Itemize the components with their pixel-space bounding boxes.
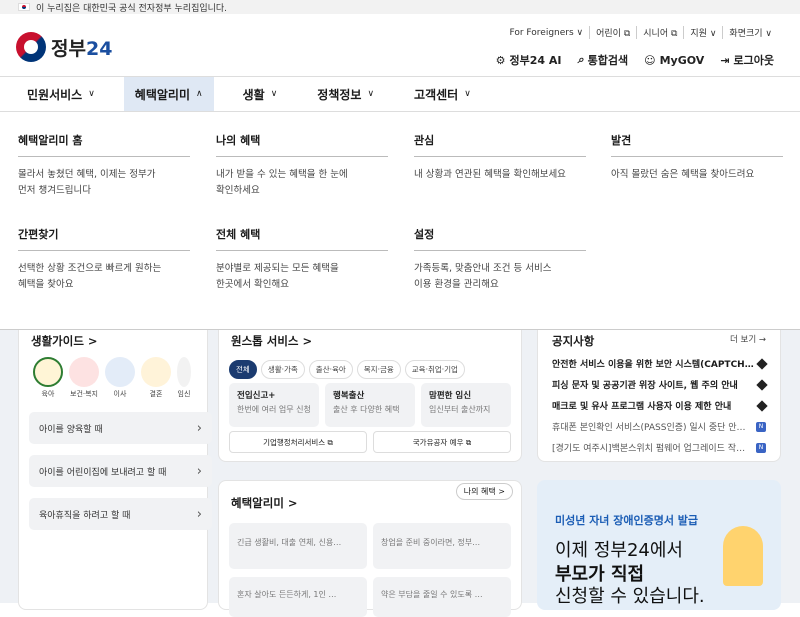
menu-discover[interactable]: 발견 아직 몰랐던 숨은 혜택을 찾아드려요 <box>611 132 783 183</box>
banner-illustration-icon <box>723 526 763 586</box>
benefit-item[interactable]: 혼자 살아도 든든하게, 1인 … <box>229 577 367 617</box>
notice-card: 공지사항 더 보기 → 안전한 서비스 이용을 위한 보안 시스템(CAPTCH… <box>537 320 781 462</box>
nav-customer-center[interactable]: 고객센터 ∨ <box>403 77 482 111</box>
logo-text: 정부 <box>51 37 86 60</box>
chip-birth[interactable]: 출산·육아 <box>308 360 353 379</box>
chip-welfare[interactable]: 복지·금융 <box>356 360 401 379</box>
banner-line-2: 이제 정부24에서 <box>555 540 683 561</box>
menu-all-benefits[interactable]: 전체 혜택 분야별로 제공되는 모든 혜택을 한곳에서 확인해요 <box>216 226 388 293</box>
menu-interest[interactable]: 관심 내 상황과 연관된 혜택을 확인해보세요 <box>414 132 586 183</box>
life-guide-title[interactable]: 생활가이드 > <box>31 333 195 349</box>
header-actions: ⚙ 정부24 AI ⌕ 통합검색 ☺ MyGOV ⇥ 로그아웃 <box>496 52 774 68</box>
life-guide-row[interactable]: 아이를 어린이집에 보내려고 할 때 <box>29 455 212 487</box>
user-icon: ☺ <box>644 53 656 67</box>
menu-settings[interactable]: 설정 가족등록, 맞춤안내 조건 등 서비스 이용 환경을 관리해요 <box>414 226 586 293</box>
notice-more-link[interactable]: 더 보기 → <box>730 333 766 349</box>
svc-pregnancy[interactable]: 맘편한 임신 임신부터 출산까지 <box>421 383 511 427</box>
life-icon-pregnancy[interactable]: 임신 <box>177 357 191 399</box>
chevron-down-icon: ∨ <box>270 89 278 99</box>
new-badge-icon: N <box>756 421 766 432</box>
util-senior[interactable]: 시니어 ⧉ <box>636 26 683 39</box>
official-site-notice: 이 누리집은 대한민국 공식 전자정부 누리집입니다. <box>0 0 800 14</box>
nav-life[interactable]: 생활 ∨ <box>232 77 289 111</box>
page-background: 생활가이드 > 육아 보건·복지 이사 결혼 임신 아이를 양육할 때 아이를 … <box>0 320 800 617</box>
nav-civil-service[interactable]: 민원서비스 ∨ <box>16 77 106 111</box>
logout-icon: ⇥ <box>720 53 730 67</box>
logo-number: 24 <box>85 37 113 60</box>
life-guide-card: 생활가이드 > 육아 보건·복지 이사 결혼 임신 아이를 양육할 때 아이를 … <box>18 320 212 610</box>
banner-line-1: 미성년 자녀 장애인증명서 발급 <box>555 514 699 527</box>
notice-item[interactable]: 휴대폰 본인확인 서비스(PASS인증) 일시 중단 안… N <box>538 416 780 437</box>
search-button[interactable]: ⌕ 통합검색 <box>577 52 628 68</box>
nav-policy-info[interactable]: 정책정보 ∨ <box>306 77 385 111</box>
menu-my-benefit[interactable]: 나의 혜택 내가 받을 수 있는 혜택을 한 눈에 확인하세요 <box>216 132 388 199</box>
life-icon-childcare[interactable]: 육아 <box>33 357 63 399</box>
benefit-item[interactable]: 긴급 생활비, 대출 연체, 신용… <box>229 523 367 569</box>
mygov-button[interactable]: ☺ MyGOV <box>644 52 704 68</box>
svc-happy-birth[interactable]: 행복출산 출산 후 다양한 혜택 <box>325 383 415 427</box>
chevron-down-icon: ∨ <box>367 89 375 99</box>
menu-quick-find[interactable]: 간편찾기 선택한 상황 조건으로 빠르게 원하는 혜택을 찾아요 <box>18 226 190 293</box>
benefit-item[interactable]: 약은 부담을 줄일 수 있도록 … <box>373 577 511 617</box>
life-icon-marriage[interactable]: 결혼 <box>141 357 171 399</box>
life-guide-icons: 육아 보건·복지 이사 결혼 임신 <box>33 357 193 399</box>
header: 정부24 For Foreigners ∨ 어린이 ⧉ 시니어 ⧉ 지원 ∨ 화… <box>0 14 800 76</box>
ai-icon: ⚙ <box>495 53 506 67</box>
korea-flag-icon <box>18 3 30 11</box>
chevron-down-icon: ∨ <box>88 89 95 99</box>
link-business[interactable]: 기업행정처리서비스 ⧉ <box>229 431 367 453</box>
promo-banner[interactable]: 미성년 자녀 장애인증명서 발급 이제 정부24에서 부모가 직접 신청할 수 … <box>537 480 781 610</box>
menu-benefit-home[interactable]: 혜택알리미 홈 몰라서 놓쳤던 혜택, 이제는 정부가 먼저 챙겨드립니다 <box>18 132 190 199</box>
chevron-up-icon: ∧ <box>196 89 203 99</box>
chip-all[interactable]: 전체 <box>229 360 257 379</box>
banner-line-4: 신청할 수 있습니다. <box>555 586 705 607</box>
notice-item[interactable]: 피싱 문자 및 공공기관 위장 사이트, 웹 주의 안내 <box>538 374 780 395</box>
notice-item[interactable]: 매크로 및 유사 프로그램 사용자 이용 제한 안내 <box>538 395 780 416</box>
onestop-title[interactable]: 원스톱 서비스 > <box>231 333 509 349</box>
search-icon: ⌕ <box>577 53 584 66</box>
taegeuk-logo-icon <box>16 32 46 62</box>
util-font-size[interactable]: 화면크기 ∨ <box>722 26 778 39</box>
utility-links: For Foreigners ∨ 어린이 ⧉ 시니어 ⧉ 지원 ∨ 화면크기 ∨ <box>504 26 779 39</box>
benefit-item[interactable]: 창업을 준비 중이라면, 정부… <box>373 523 511 569</box>
life-guide-row[interactable]: 아이를 양육할 때 <box>29 412 212 444</box>
notice-title: 공지사항 <box>552 334 595 348</box>
svc-move-in[interactable]: 전입신고+ 한번에 여러 업무 신청 <box>229 383 319 427</box>
link-veterans[interactable]: 국가유공자 예우 ⧉ <box>373 431 511 453</box>
util-for-foreigners[interactable]: For Foreigners ∨ <box>504 28 590 38</box>
pin-icon <box>756 378 768 391</box>
notice-item[interactable]: 안전한 서비스 이용을 위한 보안 시스템(CAPTCH… <box>538 353 780 374</box>
gov24-ai-button[interactable]: ⚙ 정부24 AI <box>496 52 562 68</box>
onestop-chips: 전체 생활·가족 출산·육아 복지·금융 교육·취업·기업 <box>229 357 511 379</box>
my-benefit-button[interactable]: 나의 혜택 > <box>455 483 513 500</box>
chip-life[interactable]: 생활·가족 <box>260 360 305 379</box>
gov24-logo[interactable]: 정부24 <box>16 32 112 62</box>
pin-icon <box>756 357 768 370</box>
life-icon-welfare[interactable]: 보건·복지 <box>69 357 99 399</box>
life-guide-row[interactable]: 육아휴직을 하려고 할 때 <box>29 498 212 530</box>
nav-benefit-alert[interactable]: 혜택알리미 ∧ <box>123 77 214 111</box>
chevron-down-icon: ∨ <box>464 89 471 99</box>
life-icon-moving[interactable]: 이사 <box>105 357 135 399</box>
new-badge-icon: N <box>756 442 766 453</box>
util-children[interactable]: 어린이 ⧉ <box>589 26 636 39</box>
pin-icon <box>756 399 768 412</box>
chip-education[interactable]: 교육·취업·기업 <box>404 360 465 379</box>
util-support[interactable]: 지원 ∨ <box>683 26 722 39</box>
notice-item[interactable]: [경기도 여주시]백본스위치 펌웨어 업그레이드 작… N <box>538 437 780 458</box>
onestop-card: 원스톱 서비스 > 전체 생활·가족 출산·육아 복지·금융 교육·취업·기업 전입신고… <box>218 320 522 462</box>
logout-button[interactable]: ⇥ 로그아웃 <box>720 52 774 68</box>
main-nav: 민원서비스 ∨ 혜택알리미 ∧ 생활 ∨ 정책정보 ∨ 고객센터 ∨ <box>0 76 800 112</box>
benefit-mega-menu: 혜택알리미 홈 몰라서 놓쳤던 혜택, 이제는 정부가 먼저 챙겨드립니다 나의 혜… <box>0 112 800 330</box>
official-site-text: 이 누리집은 대한민국 공식 전자정부 누리집입니다. <box>36 3 228 14</box>
benefit-card: 혜택알리미 > 나의 혜택 > 긴급 생활비, 대출 연체, 신용… 창업을 준… <box>218 480 522 617</box>
